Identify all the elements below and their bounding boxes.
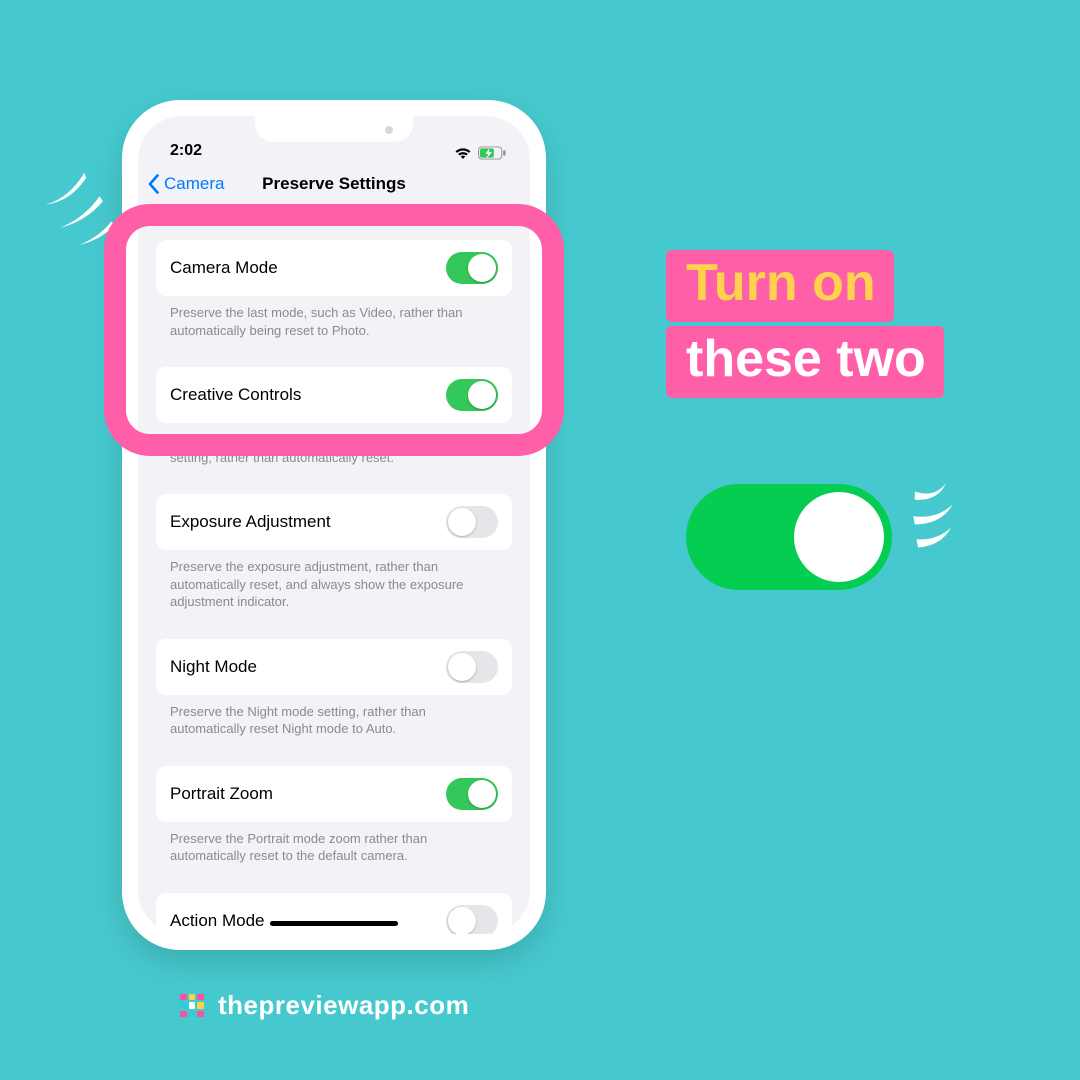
settings-row: Camera Mode bbox=[156, 240, 512, 296]
notch bbox=[255, 116, 413, 142]
settings-row-description: Preserve the last mode, such as Video, r… bbox=[156, 296, 512, 339]
big-toggle-graphic bbox=[686, 484, 892, 590]
status-time: 2:02 bbox=[170, 142, 202, 160]
settings-group: Night Mode Preserve the Night mode settin… bbox=[156, 639, 512, 738]
settings-row-label: Night Mode bbox=[170, 657, 257, 677]
settings-group: Creative Controls Preserve the last used … bbox=[156, 367, 512, 466]
brand-footer: thepreviewapp.com bbox=[178, 990, 469, 1021]
brand-url: thepreviewapp.com bbox=[218, 990, 469, 1021]
callout-line-2: these two bbox=[666, 326, 944, 398]
battery-charging-icon bbox=[478, 146, 506, 160]
nav-bar: Camera Preserve Settings bbox=[138, 162, 530, 206]
chevron-left-icon bbox=[148, 174, 160, 194]
settings-row-label: Portrait Zoom bbox=[170, 784, 273, 804]
phone-frame: 2:02 bbox=[122, 100, 546, 950]
home-indicator bbox=[270, 921, 398, 926]
toggle-switch[interactable] bbox=[446, 506, 498, 538]
spark-accent-icon bbox=[32, 166, 120, 250]
settings-list: Camera Mode Preserve the last mode, such … bbox=[138, 240, 530, 934]
settings-row: Action Mode bbox=[156, 893, 512, 934]
spark-accent-icon bbox=[908, 480, 966, 554]
settings-row: Night Mode bbox=[156, 639, 512, 695]
toggle-switch[interactable] bbox=[446, 651, 498, 683]
callout-text: Turn on these two bbox=[666, 248, 944, 394]
settings-group: Camera Mode Preserve the last mode, such … bbox=[156, 240, 512, 339]
toggle-switch[interactable] bbox=[446, 778, 498, 810]
settings-row-description: Preserve the Night mode setting, rather … bbox=[156, 695, 512, 738]
settings-row-label: Camera Mode bbox=[170, 258, 278, 278]
toggle-switch[interactable] bbox=[446, 379, 498, 411]
settings-row-description: Preserve the exposure adjustment, rather… bbox=[156, 550, 512, 611]
wifi-icon bbox=[454, 146, 472, 160]
settings-row: Exposure Adjustment bbox=[156, 494, 512, 550]
brand-grid-icon bbox=[178, 992, 206, 1020]
settings-row-label: Exposure Adjustment bbox=[170, 512, 331, 532]
settings-row-label: Action Mode bbox=[170, 911, 265, 931]
settings-group: Action ModePreserve the Action mode sett… bbox=[156, 893, 512, 934]
settings-row-description: Preserve the last used filter, aspect ra… bbox=[156, 423, 512, 466]
settings-group: Portrait Zoom Preserve the Portrait mode … bbox=[156, 766, 512, 865]
back-label: Camera bbox=[164, 174, 224, 194]
phone-screen: 2:02 bbox=[138, 116, 530, 934]
toggle-switch[interactable] bbox=[446, 252, 498, 284]
settings-row-description: Preserve the Portrait mode zoom rather t… bbox=[156, 822, 512, 865]
settings-row-label: Creative Controls bbox=[170, 385, 301, 405]
settings-group: Exposure Adjustment Preserve the exposure… bbox=[156, 494, 512, 611]
settings-row: Portrait Zoom bbox=[156, 766, 512, 822]
back-button[interactable]: Camera bbox=[148, 174, 224, 194]
callout-line-1: Turn on bbox=[666, 250, 894, 322]
settings-row: Creative Controls bbox=[156, 367, 512, 423]
toggle-switch[interactable] bbox=[446, 905, 498, 934]
